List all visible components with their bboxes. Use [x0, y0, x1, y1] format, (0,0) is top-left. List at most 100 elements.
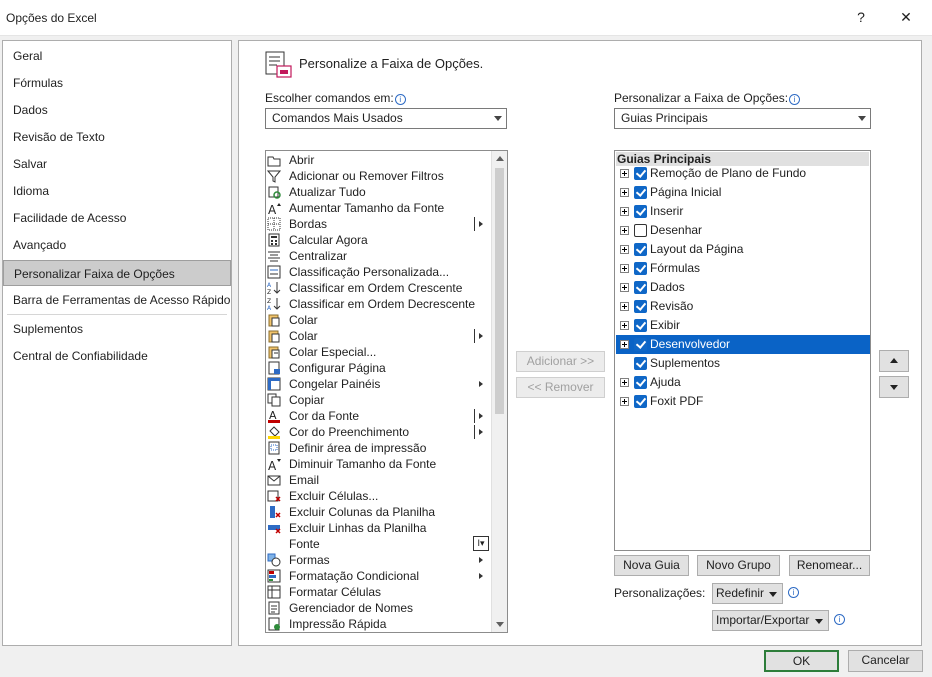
- info-icon[interactable]: i: [788, 587, 799, 598]
- tab-checkbox[interactable]: [634, 338, 647, 351]
- close-button[interactable]: ✕: [888, 4, 924, 30]
- tab-checkbox[interactable]: [634, 376, 647, 389]
- nav-item-2[interactable]: Dados: [3, 97, 231, 123]
- nav-item-1[interactable]: Fórmulas: [3, 70, 231, 96]
- expand-icon[interactable]: [620, 226, 629, 235]
- tree-item[interactable]: Dados: [616, 278, 870, 297]
- expand-icon[interactable]: [620, 340, 629, 349]
- tab-checkbox[interactable]: [634, 300, 647, 313]
- nav-item-0[interactable]: Geral: [3, 43, 231, 69]
- move-up-button[interactable]: [879, 350, 909, 372]
- tree-item[interactable]: Desenvolvedor: [616, 335, 870, 354]
- tab-checkbox[interactable]: [634, 224, 647, 237]
- move-down-button[interactable]: [879, 376, 909, 398]
- list-item[interactable]: A Diminuir Tamanho da Fonte: [266, 456, 492, 472]
- list-item[interactable]: Colar Especial...: [266, 344, 492, 360]
- nav-item-7[interactable]: Avançado: [3, 232, 231, 258]
- tree-item[interactable]: Ajuda: [616, 373, 870, 392]
- new-group-button[interactable]: Novo Grupo: [697, 555, 780, 576]
- scroll-up-icon[interactable]: [492, 151, 507, 166]
- nav-item-9[interactable]: Barra de Ferramentas de Acesso Rápido: [3, 287, 231, 313]
- tree-item[interactable]: Suplementos: [616, 354, 870, 373]
- nav-item-11[interactable]: Central de Confiabilidade: [3, 343, 231, 369]
- tree-item[interactable]: Inserir: [616, 202, 870, 221]
- info-icon[interactable]: i: [394, 94, 406, 105]
- ribbon-tabs-tree[interactable]: Guias Principais Remoção de Plano de Fun…: [614, 150, 871, 551]
- list-item[interactable]: Configurar Página: [266, 360, 492, 376]
- scroll-thumb[interactable]: [495, 168, 504, 414]
- tree-item[interactable]: Foxit PDF: [616, 392, 870, 411]
- tree-item[interactable]: Layout da Página: [616, 240, 870, 259]
- new-tab-button[interactable]: Nova Guia: [614, 555, 689, 576]
- help-button[interactable]: ?: [843, 4, 879, 30]
- list-item[interactable]: Atualizar Tudo: [266, 184, 492, 200]
- remove-button[interactable]: << Remover: [516, 377, 605, 398]
- rename-button[interactable]: Renomear...: [789, 555, 870, 576]
- tab-checkbox[interactable]: [634, 205, 647, 218]
- tab-checkbox[interactable]: [634, 243, 647, 256]
- nav-item-3[interactable]: Revisão de Texto: [3, 124, 231, 150]
- list-item[interactable]: Definir área de impressão: [266, 440, 492, 456]
- info-icon[interactable]: i: [789, 94, 801, 105]
- list-item[interactable]: Excluir Colunas da Planilha: [266, 504, 492, 520]
- list-item[interactable]: Centralizar: [266, 248, 492, 264]
- nav-item-10[interactable]: Suplementos: [3, 316, 231, 342]
- list-item[interactable]: A Z Classificar em Ordem Crescente: [266, 280, 492, 296]
- list-item[interactable]: Cor do Preenchimento: [266, 424, 492, 440]
- tree-item[interactable]: Fórmulas: [616, 259, 870, 278]
- list-item[interactable]: A Cor da Fonte: [266, 408, 492, 424]
- tab-checkbox[interactable]: [634, 281, 647, 294]
- list-item[interactable]: Gerenciador de Nomes: [266, 600, 492, 616]
- list-item[interactable]: Copiar: [266, 392, 492, 408]
- tab-checkbox[interactable]: [634, 357, 647, 370]
- expand-icon[interactable]: [620, 397, 629, 406]
- tree-item[interactable]: Remoção de Plano de Fundo: [616, 164, 870, 183]
- list-item[interactable]: Impressão Rápida: [266, 616, 492, 632]
- list-item[interactable]: Fonte I▾: [266, 536, 492, 552]
- tab-checkbox[interactable]: [634, 262, 647, 275]
- list-item[interactable]: Abrir: [266, 152, 492, 168]
- nav-item-6[interactable]: Facilidade de Acesso: [3, 205, 231, 231]
- list-item[interactable]: Classificação Personalizada...: [266, 264, 492, 280]
- list-item[interactable]: Z A Classificar em Ordem Decrescente: [266, 296, 492, 312]
- list-item[interactable]: Formatação Condicional: [266, 568, 492, 584]
- list-item[interactable]: Bordas: [266, 216, 492, 232]
- list-item[interactable]: Colar: [266, 328, 492, 344]
- import-export-dropdown-button[interactable]: Importar/Exportar: [712, 610, 829, 631]
- commands-list[interactable]: Abrir Adicionar ou Remover Filtros Atualiz…: [265, 150, 508, 633]
- expand-icon[interactable]: [620, 245, 629, 254]
- list-item[interactable]: A Aumentar Tamanho da Fonte: [266, 200, 492, 216]
- tree-item[interactable]: Desenhar: [616, 221, 870, 240]
- tree-item[interactable]: Revisão: [616, 297, 870, 316]
- expand-icon[interactable]: [620, 283, 629, 292]
- list-item[interactable]: Adicionar ou Remover Filtros: [266, 168, 492, 184]
- expand-icon[interactable]: [620, 264, 629, 273]
- list-item[interactable]: Colar: [266, 312, 492, 328]
- info-icon[interactable]: i: [834, 614, 845, 625]
- expand-icon[interactable]: [620, 321, 629, 330]
- scroll-down-icon[interactable]: [492, 617, 507, 632]
- list-item[interactable]: Congelar Painéis: [266, 376, 492, 392]
- expand-icon[interactable]: [620, 378, 629, 387]
- add-button[interactable]: Adicionar >>: [516, 351, 605, 372]
- list-item[interactable]: Formas: [266, 552, 492, 568]
- commands-scrollbar[interactable]: [491, 151, 507, 632]
- tree-item[interactable]: Exibir: [616, 316, 870, 335]
- expand-icon[interactable]: [620, 207, 629, 216]
- list-item[interactable]: Calcular Agora: [266, 232, 492, 248]
- tab-checkbox[interactable]: [634, 395, 647, 408]
- tab-checkbox[interactable]: [634, 319, 647, 332]
- tab-checkbox[interactable]: [634, 167, 647, 180]
- list-item[interactable]: Formatar Células: [266, 584, 492, 600]
- expand-icon[interactable]: [620, 188, 629, 197]
- list-item[interactable]: Excluir Células...: [266, 488, 492, 504]
- tree-item[interactable]: Página Inicial: [616, 183, 870, 202]
- choose-commands-combo[interactable]: Comandos Mais Usados: [265, 108, 507, 129]
- ok-button[interactable]: OK: [764, 650, 839, 672]
- cancel-button[interactable]: Cancelar: [848, 650, 923, 672]
- nav-item-8[interactable]: Personalizar Faixa de Opções: [3, 260, 231, 286]
- nav-item-5[interactable]: Idioma: [3, 178, 231, 204]
- tab-checkbox[interactable]: [634, 186, 647, 199]
- nav-item-4[interactable]: Salvar: [3, 151, 231, 177]
- customize-ribbon-combo[interactable]: Guias Principais: [614, 108, 871, 129]
